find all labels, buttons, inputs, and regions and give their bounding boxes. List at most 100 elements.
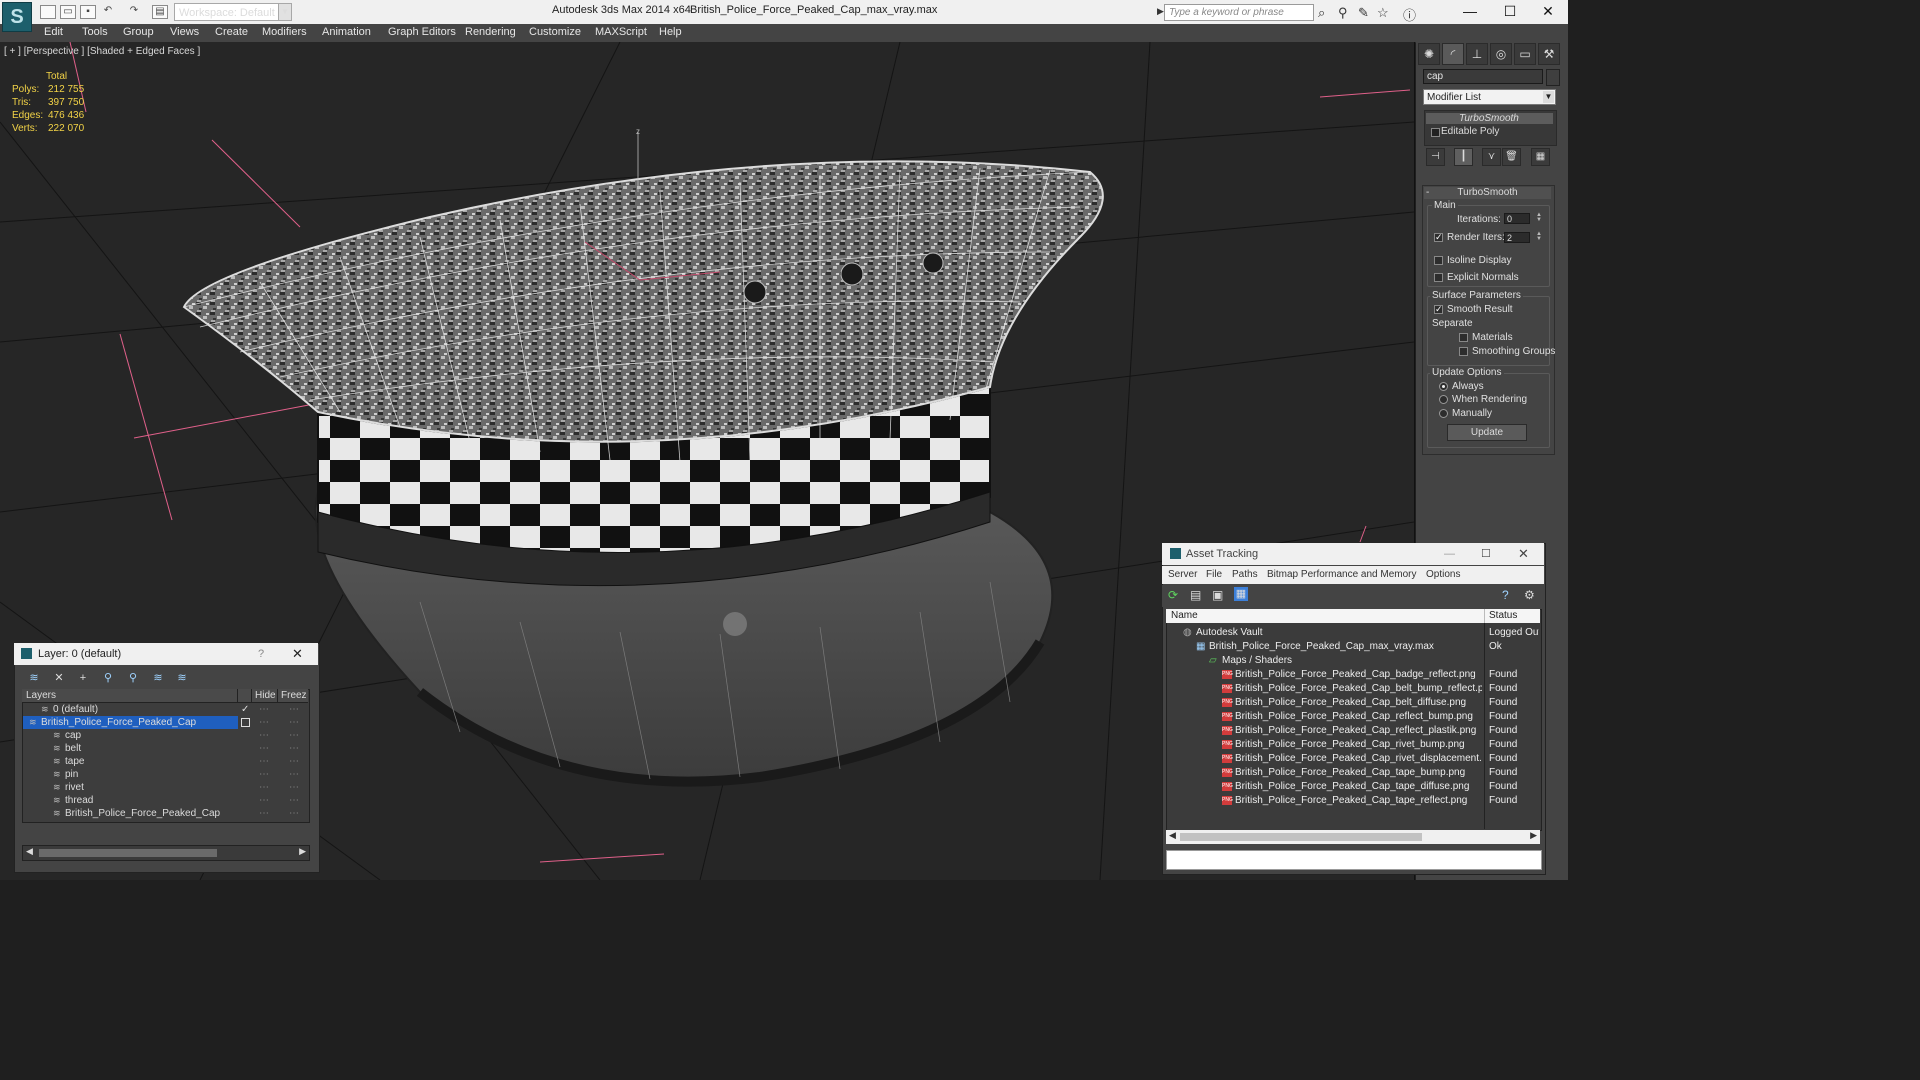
menu-views[interactable]: Views — [170, 26, 199, 38]
asset-menu-options[interactable]: Options — [1426, 569, 1460, 580]
refresh-icon[interactable]: ⟳ — [1168, 588, 1178, 602]
display-tab-icon[interactable]: ▭ — [1514, 43, 1536, 65]
layer-row[interactable]: ≋ cap ⋯ ⋯ — [23, 729, 307, 742]
close-icon[interactable]: ✕ — [292, 643, 303, 665]
highlight-layer-icon[interactable]: ⚲ — [125, 670, 141, 686]
layer-row[interactable]: ≋ British_Police_Force_Peaked_Cap ⋯ ⋯ — [23, 807, 307, 820]
isoline-display-checkbox[interactable] — [1434, 256, 1443, 265]
stack-item-editable-poly[interactable]: Editable Poly — [1426, 126, 1499, 137]
communication-center-icon[interactable]: ✎ — [1358, 5, 1369, 21]
layer-row[interactable]: ≋ rivet ⋯ ⋯ — [23, 781, 307, 794]
workspace-dropdown[interactable]: Workspace: Default ▼ — [174, 3, 292, 21]
close-icon[interactable]: ✕ — [1526, 0, 1570, 24]
add-to-layer-icon[interactable]: + — [75, 670, 91, 686]
help-icon[interactable]: ⓘ — [1403, 5, 1416, 24]
favorites-star-icon[interactable]: ☆ — [1377, 5, 1389, 21]
menu-customize[interactable]: Customize — [529, 26, 581, 38]
col-name[interactable]: Name — [1171, 609, 1198, 623]
freeze-toggle[interactable]: ⋯ — [289, 742, 299, 755]
subscription-icon[interactable]: ⚲ — [1338, 5, 1348, 21]
col-status[interactable]: Status — [1489, 609, 1517, 623]
select-objects-icon[interactable]: ⚲ — [100, 670, 116, 686]
modify-tab-icon[interactable]: ◜ — [1442, 43, 1464, 65]
when-rendering-radio[interactable] — [1439, 395, 1448, 404]
asset-path-field[interactable] — [1166, 850, 1542, 870]
render-iters-checkbox[interactable]: ✓ — [1434, 233, 1443, 242]
close-icon[interactable]: ✕ — [1518, 543, 1529, 565]
asset-row[interactable]: PNG British_Police_Force_Peaked_Cap_refle… — [1167, 724, 1539, 738]
configure-modifier-sets-icon[interactable]: ▦ — [1531, 148, 1550, 166]
hide-toggle[interactable]: ⋯ — [259, 807, 269, 820]
layer-window-titlebar[interactable]: Layer: 0 (default) ? ✕ — [14, 643, 318, 665]
hide-toggle[interactable]: ⋯ — [259, 794, 269, 807]
chevron-right-icon[interactable]: ▶ — [1530, 830, 1537, 841]
utilities-tab-icon[interactable]: ⚒ — [1538, 43, 1560, 65]
hide-toggle[interactable]: ⋯ — [259, 768, 269, 781]
freeze-toggle[interactable]: ⋯ — [289, 794, 299, 807]
asset-menu-paths[interactable]: Paths — [1232, 569, 1258, 580]
col-freeze[interactable]: Freeze — [281, 689, 307, 702]
redo-icon[interactable]: ↷ — [126, 5, 142, 19]
menu-maxscript[interactable]: MAXScript — [595, 26, 647, 38]
maximize-icon[interactable]: ☐ — [1481, 543, 1491, 565]
modifier-list-dropdown[interactable]: Modifier List ▼ — [1423, 89, 1556, 105]
scrollbar-thumb[interactable] — [39, 849, 217, 857]
asset-row[interactable]: PNG British_Police_Force_Peaked_Cap_rivet… — [1167, 738, 1539, 752]
render-iters-spinner[interactable]: 2 — [1504, 232, 1530, 243]
always-radio[interactable] — [1439, 382, 1448, 391]
layer-row[interactable]: ≋ belt ⋯ ⋯ — [23, 742, 307, 755]
col-hide[interactable]: Hide — [255, 689, 276, 702]
minimize-icon[interactable]: — — [1444, 543, 1455, 565]
hide-toggle[interactable]: ⋯ — [259, 703, 269, 716]
freeze-toggle[interactable]: ⋯ — [289, 729, 299, 742]
asset-window-titlebar[interactable]: Asset Tracking — ☐ ✕ — [1162, 543, 1544, 565]
binoculars-icon[interactable]: ⌕ — [1318, 5, 1325, 21]
freeze-toggle[interactable]: ⋯ — [289, 781, 299, 794]
asset-menu-file[interactable]: File — [1206, 569, 1222, 580]
viewport-label[interactable]: [ + ] [Perspective ] [Shaded + Edged Fac… — [4, 46, 200, 57]
materials-checkbox[interactable] — [1459, 333, 1468, 342]
create-tab-icon[interactable]: ✺ — [1418, 43, 1440, 65]
layer-row[interactable]: ≋ pin ⋯ ⋯ — [23, 768, 307, 781]
help-icon[interactable]: ? — [258, 643, 264, 665]
freeze-toggle[interactable]: ⋯ — [289, 755, 299, 768]
chevron-right-icon[interactable]: ▶ — [299, 846, 306, 857]
object-name-field[interactable]: cap — [1423, 69, 1543, 84]
menu-create[interactable]: Create — [215, 26, 248, 38]
iterations-spinner[interactable]: 0 — [1504, 213, 1530, 224]
asset-row[interactable]: PNG British_Police_Force_Peaked_Cap_rivet… — [1167, 752, 1539, 766]
undo-icon[interactable]: ↶ — [100, 5, 116, 19]
col-layers[interactable]: Layers — [26, 689, 56, 702]
hide-layers-icon[interactable]: ≋ — [150, 670, 166, 686]
scrollbar-thumb[interactable] — [1180, 833, 1422, 841]
hide-toggle[interactable]: ⋯ — [259, 729, 269, 742]
explicit-normals-checkbox[interactable] — [1434, 273, 1443, 282]
menu-tools[interactable]: Tools — [82, 26, 108, 38]
remove-modifier-icon[interactable]: 🗑 — [1502, 148, 1521, 166]
motion-tab-icon[interactable]: ◎ — [1490, 43, 1512, 65]
layer-horizontal-scrollbar[interactable]: ◀ ▶ — [22, 845, 310, 861]
hide-toggle[interactable]: ⋯ — [259, 742, 269, 755]
asset-row[interactable]: ◍ Autodesk Vault Logged Out — [1167, 626, 1539, 640]
make-unique-icon[interactable]: ⋎ — [1482, 148, 1501, 166]
asset-row[interactable]: PNG British_Police_Force_Peaked_Cap_badge… — [1167, 668, 1539, 682]
show-end-result-icon[interactable]: ┃ — [1454, 148, 1473, 166]
pin-stack-icon[interactable]: ⊣ — [1426, 148, 1445, 166]
current-layer-box-icon[interactable] — [241, 718, 250, 727]
asset-menu-server[interactable]: Server — [1168, 569, 1197, 580]
menu-help[interactable]: Help — [659, 26, 682, 38]
hierarchy-tab-icon[interactable]: ⊥ — [1466, 43, 1488, 65]
asset-row[interactable]: PNG British_Police_Force_Peaked_Cap_belt_… — [1167, 696, 1539, 710]
asset-row[interactable]: ▦ British_Police_Force_Peaked_Cap_max_vra… — [1167, 640, 1539, 654]
asset-row[interactable]: PNG British_Police_Force_Peaked_Cap_refle… — [1167, 710, 1539, 724]
table-view-icon[interactable]: ▦ — [1234, 587, 1248, 601]
hide-toggle[interactable]: ⋯ — [259, 716, 269, 729]
new-file-icon[interactable] — [40, 5, 56, 19]
layer-row[interactable]: ≋ tape ⋯ ⋯ — [23, 755, 307, 768]
menu-rendering[interactable]: Rendering — [465, 26, 516, 38]
layer-row[interactable]: ≋ 0 (default) ⋯ ⋯ ✓ — [23, 703, 307, 716]
asset-menu-bitmap-performance[interactable]: Bitmap Performance and Memory — [1267, 569, 1417, 580]
spinner-arrows-icon[interactable]: ▲ ▼ — [1535, 212, 1543, 224]
freeze-toggle[interactable]: ⋯ — [289, 703, 299, 716]
freeze-toggle[interactable]: ⋯ — [289, 807, 299, 820]
